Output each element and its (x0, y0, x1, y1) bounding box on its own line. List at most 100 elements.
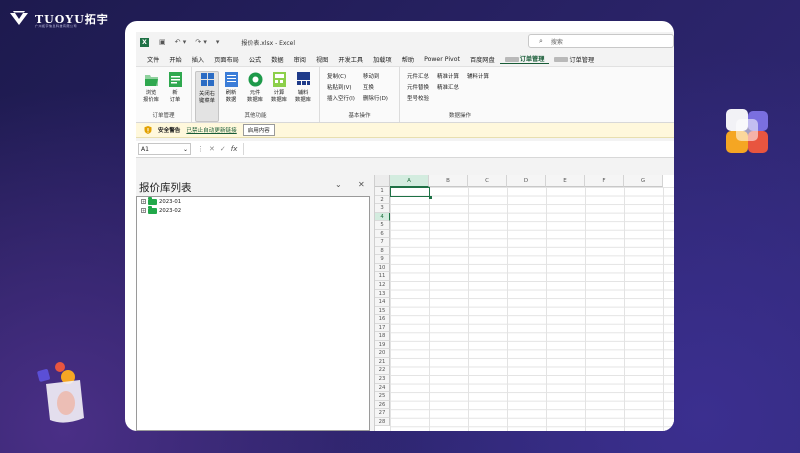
row-header[interactable]: 7 (375, 238, 390, 247)
row-header[interactable]: 20 (375, 349, 390, 358)
row-header[interactable]: 14 (375, 298, 390, 307)
tab-data[interactable]: 数据 (266, 55, 288, 64)
undo-icon[interactable]: ↶ ▾ (175, 38, 187, 46)
redo-icon[interactable]: ↷ ▾ (195, 38, 207, 46)
column-header[interactable]: D (507, 175, 546, 187)
tab-file[interactable]: 文件 (142, 55, 164, 64)
row-header[interactable]: 15 (375, 306, 390, 316)
folder-open-icon (144, 75, 158, 86)
tab-addins[interactable]: 加载项 (368, 55, 397, 64)
swap-button[interactable]: 互换 (363, 83, 388, 91)
component-database-icon (248, 72, 262, 87)
name-box[interactable]: A1 ⌄ (138, 143, 191, 155)
tab-developer[interactable]: 开发工具 (333, 55, 368, 64)
cancel-icon[interactable]: ✕ (209, 145, 215, 153)
group-order-management-label: 订单管理 (152, 113, 175, 119)
insert-blank-row-button[interactable]: 插入空行(I) (327, 94, 355, 102)
calculation-database-label: 计算 数据库 (271, 90, 287, 103)
row-header[interactable]: 1 (375, 187, 390, 196)
move-to-button[interactable]: 移动到 (363, 72, 388, 80)
title-bar: X ▣ ↶ ▾ ↷ ▾ ▾ 报价表.xlsx - Excel ⌕ 搜索 (136, 32, 674, 52)
row-header[interactable]: 26 (375, 400, 390, 410)
row-header[interactable]: 28 (375, 417, 390, 427)
row-header[interactable]: 3 (375, 204, 390, 213)
formula-input[interactable] (243, 143, 674, 155)
enable-content-button[interactable]: 启用内容 (242, 124, 275, 136)
precise-summary-button[interactable]: 精准汇总 (437, 83, 459, 91)
close-icon[interactable]: ✕ (358, 180, 365, 189)
row-header[interactable]: 2 (375, 195, 390, 205)
accessory-calc-button[interactable]: 辅料计算 (467, 72, 489, 80)
row-header[interactable]: 23 (375, 375, 390, 384)
row-header[interactable]: 5 (375, 221, 390, 230)
column-header[interactable]: F (585, 175, 624, 187)
select-all-corner[interactable] (375, 175, 390, 187)
row-header[interactable]: 16 (375, 315, 390, 324)
row-header[interactable]: 4 (375, 212, 390, 222)
row-header[interactable]: 21 (375, 357, 390, 367)
worksheet[interactable]: A B C D E F G 1 2 3 4 5 6 7 8 9 10 11 12 13 14 15 16 17 1… (374, 175, 674, 431)
pane-options-icon[interactable]: ⌄ (335, 180, 342, 189)
tree-item[interactable]: + 2023-01 (137, 197, 369, 206)
row-header[interactable]: 22 (375, 366, 390, 376)
insert-function-icon[interactable]: fx (231, 145, 238, 153)
column-header[interactable]: E (546, 175, 585, 187)
row-header[interactable]: 13 (375, 289, 390, 299)
column-header[interactable]: G (624, 175, 663, 187)
excel-logo-icon: X (140, 37, 149, 47)
tab-home[interactable]: 开始 (164, 55, 186, 64)
row-header[interactable]: 6 (375, 229, 390, 239)
row-header[interactable]: 18 (375, 332, 390, 341)
tab-help[interactable]: 帮助 (397, 55, 419, 64)
row-header[interactable]: 12 (375, 281, 390, 290)
more-options-icon[interactable]: ⋮ (197, 145, 204, 153)
tab-formulas[interactable]: 公式 (244, 55, 266, 64)
paste-to-button[interactable]: 粘贴到(V) (327, 83, 355, 91)
security-warning-bar: 安全警告 已禁止自动更新链接 启用内容 (136, 123, 674, 138)
cell-grid[interactable] (390, 187, 674, 431)
close-context-menu-label: 关闭右 键菜单 (199, 91, 215, 104)
row-header[interactable]: 25 (375, 392, 390, 401)
customize-toolbar-icon[interactable]: ▾ (216, 38, 220, 46)
model-check-button[interactable]: 型号校验 (407, 94, 429, 102)
component-replace-button[interactable]: 元件替换 (407, 83, 429, 91)
row-header[interactable]: 10 (375, 263, 390, 273)
expand-icon[interactable]: + (141, 208, 146, 213)
tab-order-management[interactable]: 订单管理 (499, 54, 550, 64)
security-warning-message[interactable]: 已禁止自动更新链接 (186, 126, 236, 134)
column-headers: A B C D E F G (390, 175, 663, 187)
save-icon[interactable]: ▣ (159, 38, 166, 46)
column-header[interactable]: C (468, 175, 507, 187)
row-header[interactable]: 17 (375, 323, 390, 333)
active-cell[interactable] (390, 187, 432, 198)
tab-review[interactable]: 审阅 (289, 55, 311, 64)
delete-row-button[interactable]: 删除行(D) (363, 94, 388, 102)
screenshot-card: X ▣ ↶ ▾ ↷ ▾ ▾ 报价表.xlsx - Excel ⌕ 搜索 文件 开… (125, 21, 674, 431)
row-header[interactable]: 8 (375, 246, 390, 256)
row-header[interactable]: 27 (375, 409, 390, 418)
row-header[interactable]: 19 (375, 340, 390, 350)
security-warning-title: 安全警告 (158, 128, 181, 134)
copy-button[interactable]: 复制(C) (327, 72, 355, 80)
search-box[interactable]: ⌕ 搜索 (528, 34, 674, 48)
row-header[interactable]: 11 (375, 272, 390, 282)
chevron-down-icon[interactable]: ⌄ (183, 146, 188, 153)
tab-insert[interactable]: 插入 (187, 55, 209, 64)
row-header[interactable]: 9 (375, 255, 390, 264)
column-header[interactable]: A (390, 175, 429, 187)
tree-item[interactable]: + 2023-02 (137, 206, 369, 215)
group-order-management: 浏览 报价库 新 订单 订单管理 (136, 67, 192, 122)
component-summary-button[interactable]: 元件汇总 (407, 72, 429, 80)
tab-page-layout[interactable]: 页面布局 (209, 55, 244, 64)
calculator-icon (272, 72, 286, 87)
confirm-icon[interactable]: ✓ (220, 145, 226, 153)
column-header[interactable]: B (429, 175, 468, 187)
component-database-label: 元件 数据库 (247, 90, 263, 103)
tab-baidu-netdisk[interactable]: 百度网盘 (465, 55, 500, 64)
tab-order-management-2[interactable]: 订单管理 (549, 55, 599, 64)
tab-power-pivot[interactable]: Power Pivot (419, 56, 465, 63)
row-header[interactable]: 24 (375, 383, 390, 393)
tab-view[interactable]: 视图 (311, 55, 333, 64)
precise-calc-button[interactable]: 精准计算 (437, 72, 459, 80)
expand-icon[interactable]: + (141, 199, 146, 204)
